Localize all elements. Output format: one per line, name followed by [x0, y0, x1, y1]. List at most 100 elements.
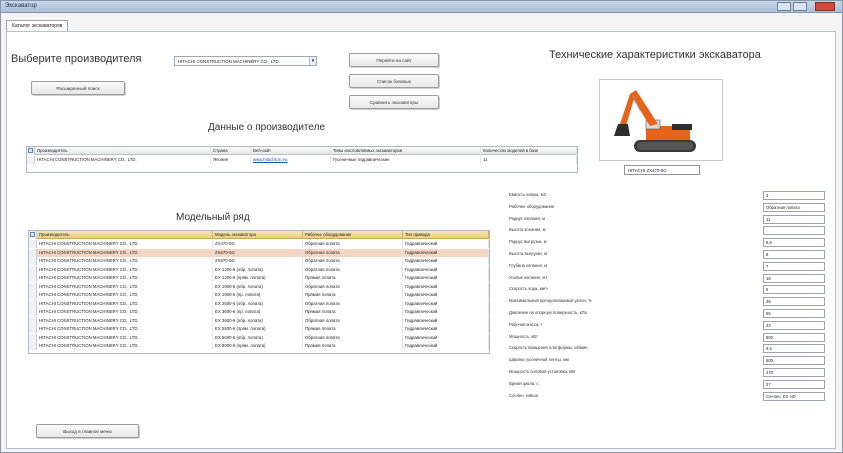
cell-manufacturer: HITACHI CONSTRUCTION MACHINERY CO., LTD. [37, 342, 213, 350]
chevron-down-icon[interactable]: ▾ [309, 57, 316, 65]
manufacturer-data-heading: Данные о производителе [208, 122, 326, 133]
manufacturer-dropdown[interactable]: HITACHI CONSTRUCTION MACHINERY CO., LTD.… [174, 56, 317, 66]
table-row[interactable]: HITACHI CONSTRUCTION MACHINERY CO., LTD.… [29, 308, 489, 316]
row-selector[interactable] [29, 299, 37, 308]
table-row[interactable]: HITACHI CONSTRUCTION MACHINERY CO., LTD.… [29, 325, 489, 333]
spec-label: Максимальный преодолеваемый уклон, % [509, 298, 592, 304]
row-selector[interactable] [27, 156, 35, 164]
cell-drive: Гидравлический [403, 282, 489, 291]
table-row[interactable]: HITACHI CONSTRUCTION MACHINERY CO., LTD.… [29, 248, 489, 257]
column-header[interactable]: Рабочее оборудование [303, 231, 403, 239]
website-link[interactable]: www.hitachicm.eu [251, 156, 331, 164]
spec-value-field[interactable]: 7 [763, 261, 825, 271]
cell-drive: Гидравлический [403, 325, 489, 333]
cell-model: EX 3600-6 (обр. лопата) [213, 316, 303, 325]
table-row[interactable]: HITACHI CONSTRUCTION MACHINERY CO., LTD.… [27, 156, 577, 164]
table-row[interactable]: HITACHI CONSTRUCTION MACHINERY CO., LTD.… [29, 282, 489, 291]
spec-value-field[interactable]: 600 [763, 356, 825, 366]
spec-value-field[interactable]: 55 [763, 309, 825, 318]
spec-value-field[interactable]: 11 [763, 214, 825, 224]
row-selector[interactable] [29, 342, 37, 350]
cell-model: EX 3600-6 (пр. лопата) [213, 308, 303, 316]
exit-main-menu-button[interactable]: Выход в главное меню [36, 424, 139, 438]
row-selector[interactable] [29, 248, 37, 257]
cell-drive: Гидравлический [403, 291, 489, 299]
window-title: Экскаватор [5, 3, 37, 9]
close-icon[interactable] [815, 2, 835, 11]
cell-drive: Гидравлический [403, 316, 489, 325]
row-selector[interactable] [29, 257, 37, 265]
tab-catalog[interactable]: Каталог экскаваторов [6, 20, 69, 31]
spec-value-field[interactable]: Обратная лопата [763, 202, 825, 212]
table-row[interactable]: HITACHI CONSTRUCTION MACHINERY CO., LTD.… [29, 291, 489, 299]
go-to-site-button[interactable]: Перейти на сайт [349, 53, 439, 67]
column-header[interactable]: Модель экскаватора [213, 231, 303, 239]
table-row[interactable]: HITACHI CONSTRUCTION MACHINERY CO., LTD.… [29, 240, 489, 248]
row-selector[interactable] [29, 325, 37, 333]
cell-country: Япония [211, 156, 251, 164]
spec-label: Скорость вращения платформы, об/мин [509, 345, 588, 351]
row-selector[interactable] [29, 240, 37, 248]
spec-value-field[interactable]: 35 [763, 297, 825, 307]
list-excavators-button[interactable]: Список базовых [349, 74, 439, 88]
row-selector[interactable] [29, 265, 37, 274]
column-header[interactable]: Веб-сайт [251, 147, 331, 155]
cell-equipment: Обратная лопата [303, 282, 403, 291]
cell-drive: Гидравлический [403, 274, 489, 282]
column-header[interactable]: Производитель [35, 147, 211, 155]
minimize-icon[interactable] [777, 2, 791, 11]
maximize-icon[interactable] [793, 2, 807, 11]
select-all-checkbox[interactable] [29, 231, 37, 239]
row-selector[interactable] [29, 274, 37, 282]
spec-value-field[interactable] [763, 226, 825, 236]
table-row[interactable]: HITACHI CONSTRUCTION MACHINERY CO., LTD.… [29, 257, 489, 265]
spec-label: Радиус копания, м [509, 215, 545, 221]
cell-equipment: Обратная лопата [303, 257, 403, 265]
column-header[interactable]: Типы изготовляемых экскаваторов [331, 147, 481, 155]
spec-value-field[interactable]: 600 [763, 332, 825, 342]
cell-equipment: Прямая лопата [303, 291, 403, 299]
table-row[interactable]: HITACHI CONSTRUCTION MACHINERY CO., LTD.… [29, 316, 489, 325]
table-row[interactable]: HITACHI CONSTRUCTION MACHINERY CO., LTD.… [29, 299, 489, 308]
spec-value-field[interactable]: 16 [763, 273, 825, 283]
spec-value-field[interactable]: 27 [763, 379, 825, 389]
table-row[interactable]: HITACHI CONSTRUCTION MACHINERY CO., LTD.… [29, 274, 489, 282]
spec-value-field[interactable]: 8 [763, 250, 825, 259]
column-header[interactable]: Производитель [37, 231, 213, 239]
cell-manufacturer: HITACHI CONSTRUCTION MACHINERY CO., LTD. [37, 308, 213, 316]
spec-value-field[interactable]: 5 [763, 285, 825, 295]
column-header[interactable]: Количество моделей в базе [481, 147, 577, 155]
spec-value-field[interactable]: 33 [763, 320, 825, 330]
row-selector[interactable] [29, 308, 37, 316]
spec-label: Время цикла, с [509, 380, 539, 386]
model-grid-header: Производитель Модель экскаватора Рабочее… [29, 231, 489, 239]
model-range-grid: Производитель Модель экскаватора Рабочее… [28, 230, 490, 354]
cell-equipment: Обратная лопата [303, 248, 403, 257]
table-row[interactable]: HITACHI CONSTRUCTION MACHINERY CO., LTD.… [29, 265, 489, 274]
cell-manufacturer: HITACHI CONSTRUCTION MACHINERY CO., LTD. [37, 291, 213, 299]
column-header[interactable]: Тип привода [403, 231, 489, 239]
cell-model: ZX670-5G [213, 248, 303, 257]
spec-label: Радиус выгрузки, м [509, 239, 547, 245]
cell-excavator-types: Гусеничные гидравлические [331, 156, 481, 164]
table-row[interactable]: HITACHI CONSTRUCTION MACHINERY CO., LTD.… [29, 342, 489, 350]
spec-label: Мощность силовой установки, кВт [509, 369, 576, 374]
spec-value-field[interactable]: 9.2 [763, 344, 825, 354]
row-selector[interactable] [29, 316, 37, 325]
row-selector[interactable] [29, 333, 37, 342]
spec-value-field[interactable]: 3 [763, 191, 825, 200]
manufacturer-data-grid: Производитель Страна Веб-сайт Типы изгот… [26, 146, 578, 173]
row-selector[interactable] [29, 282, 37, 291]
advanced-search-button[interactable]: Расширенный поиск [31, 81, 125, 95]
column-header[interactable]: Страна [211, 147, 251, 155]
spec-value-field[interactable]: Сочлен. EX HD [763, 391, 825, 401]
row-selector[interactable] [29, 291, 37, 299]
compare-excavators-button[interactable]: Сравнить экскаваторы [349, 95, 439, 109]
cell-model: EX 5600-6 (обр. лопата) [213, 333, 303, 342]
table-row[interactable]: HITACHI CONSTRUCTION MACHINERY CO., LTD.… [29, 333, 489, 342]
spec-value-field[interactable]: 270 [763, 368, 825, 377]
select-all-checkbox[interactable] [27, 147, 35, 155]
spec-value-field[interactable]: 8.5 [763, 238, 825, 248]
model-range-heading: Модельный ряд [176, 212, 250, 223]
cell-equipment: Обратная лопата [303, 316, 403, 325]
